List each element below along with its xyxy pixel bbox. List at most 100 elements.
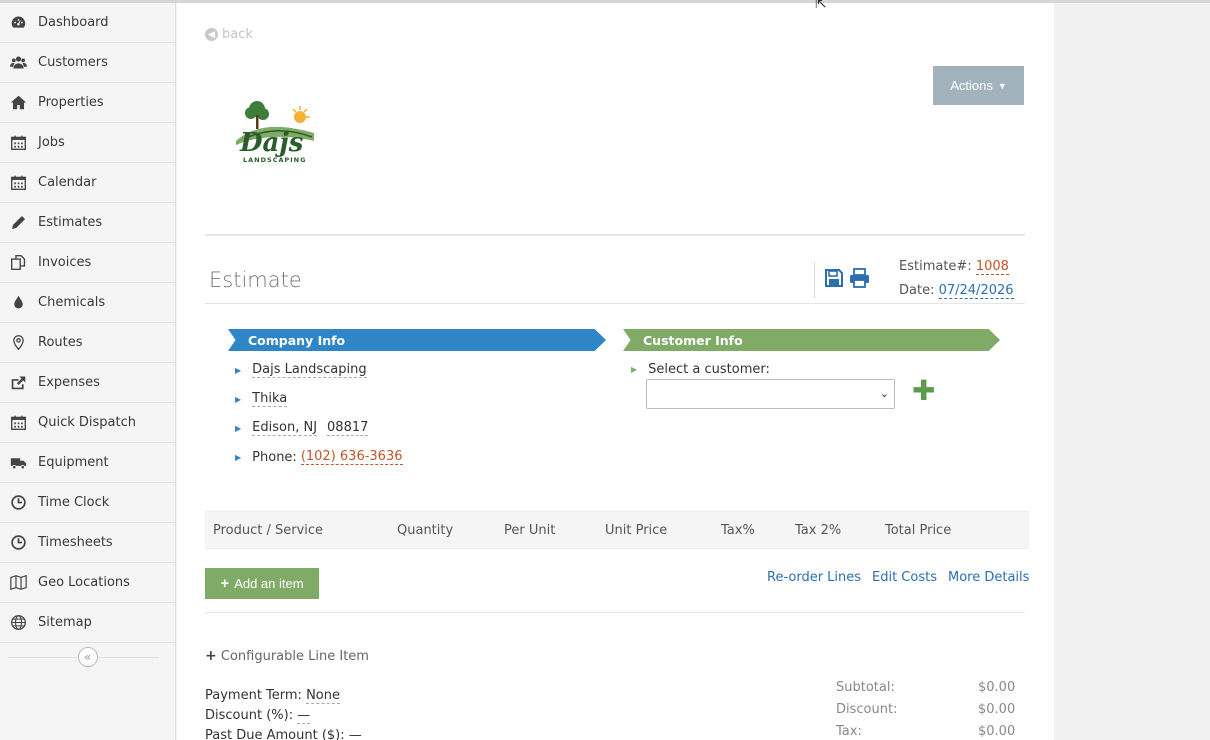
sidebar-item-customers[interactable]: Customers [0, 43, 175, 83]
company-city-state[interactable]: Edison, NJ [252, 420, 318, 436]
back-link[interactable]: ◀ back [205, 27, 253, 42]
sidebar-item-label: Expenses [38, 375, 100, 390]
estimate-date-label: Date: [899, 283, 935, 298]
discount-row: Discount (%): — [205, 708, 311, 724]
caret-down-icon: ▼ [997, 80, 1007, 91]
sidebar-item-label: Calendar [38, 175, 97, 190]
plus-icon: + [220, 575, 230, 592]
sidebar-item-label: Sitemap [38, 615, 92, 630]
sidebar-collapse-row: « [0, 643, 175, 671]
back-label: back [222, 27, 253, 42]
sidebar-item-properties[interactable]: Properties [0, 83, 175, 123]
sidebar-item-label: Routes [38, 335, 83, 350]
logo-subtitle: LANDSCAPING [243, 156, 307, 164]
sidebar-item-estimates[interactable]: Estimates [0, 203, 175, 243]
company-zip[interactable]: 08817 [327, 420, 369, 436]
estimate-date-value[interactable]: 07/24/2026 [938, 283, 1014, 299]
sidebar-item-geo-locations[interactable]: Geo Locations [0, 563, 175, 603]
select-customer-row: ▶ Select a customer: [631, 362, 770, 377]
sidebar-item-dashboard[interactable]: Dashboard [0, 3, 175, 43]
clock-icon [8, 534, 28, 552]
sidebar-item-label: Geo Locations [38, 575, 130, 590]
add-item-button[interactable]: + Add an item [205, 568, 319, 599]
company-address-row: ▶ Thika [235, 391, 288, 407]
company-phone-row: ▶ Phone: (102) 636-3636 [235, 449, 403, 465]
more-details-link[interactable]: More Details [948, 570, 1029, 585]
sidebar-item-quick-dispatch[interactable]: Quick Dispatch [0, 403, 175, 443]
truck-icon [8, 454, 28, 472]
sidebar-item-jobs[interactable]: Jobs [0, 123, 175, 163]
sidebar-item-calendar[interactable]: Calendar [0, 163, 175, 203]
column-header: Quantity [397, 523, 454, 538]
configurable-line-item-label: Configurable Line Item [220, 649, 369, 664]
sidebar-collapse-button[interactable]: « [77, 647, 98, 667]
divider [205, 303, 1025, 304]
divider [205, 234, 1025, 236]
reorder-lines-link[interactable]: Re-order Lines [767, 570, 861, 585]
page-title: Estimate [209, 268, 302, 292]
edit-costs-link[interactable]: Edit Costs [872, 570, 937, 585]
arrow-left-circle-icon: ◀ [205, 28, 218, 41]
caret-right-icon: ▶ [631, 365, 638, 374]
past-due-value[interactable]: — [348, 728, 362, 740]
sidebar-item-label: Timesheets [38, 535, 113, 550]
estimate-number-row: Estimate#: 1008 [899, 259, 1009, 275]
caret-right-icon: ▶ [235, 394, 242, 404]
users-icon [8, 54, 28, 72]
sidebar-item-expenses[interactable]: Expenses [0, 363, 175, 403]
configurable-line-item-link[interactable]: + Configurable Line Item [205, 648, 369, 664]
company-phone[interactable]: (102) 636-3636 [300, 449, 403, 465]
line-items-header: Product / Service Quantity Per Unit Unit… [205, 511, 1029, 549]
sidebar-item-chemicals[interactable]: Chemicals [0, 283, 175, 323]
past-due-label: Past Due Amount ($): [205, 728, 345, 740]
discount-label: Discount (%): [205, 708, 294, 723]
column-header: Product / Service [213, 523, 324, 538]
subtotal-label: Subtotal: [836, 680, 895, 695]
estimate-date-row: Date: 07/24/2026 [899, 283, 1014, 299]
sidebar-item-equipment[interactable]: Equipment [0, 443, 175, 483]
sidebar-item-invoices[interactable]: Invoices [0, 243, 175, 283]
payment-term-row: Payment Term: None [205, 688, 340, 704]
tax-label: Tax: [836, 724, 862, 739]
sidebar-item-time-clock[interactable]: Time Clock [0, 483, 175, 523]
add-customer-button[interactable]: ✚ [912, 377, 935, 405]
home-icon [8, 94, 28, 112]
right-gutter [1054, 3, 1210, 740]
save-icon[interactable] [824, 268, 844, 288]
sidebar-item-label: Properties [38, 95, 104, 110]
sidebar-item-label: Customers [38, 55, 108, 70]
select-customer-label: Select a customer: [648, 362, 770, 377]
pencil-icon [8, 214, 28, 232]
sidebar-item-timesheets[interactable]: Timesheets [0, 523, 175, 563]
sidebar-item-label: Time Clock [38, 495, 110, 510]
main-content: ◀ back Actions ▼ Dajs LANDSCAPING Estima… [177, 3, 1054, 740]
column-header: Total Price [885, 523, 952, 538]
discount-total-label: Discount: [836, 702, 898, 717]
divider [205, 612, 1025, 613]
actions-dropdown-button[interactable]: Actions ▼ [933, 66, 1024, 105]
past-due-row: Past Due Amount ($): — [205, 728, 362, 740]
discount-value[interactable]: — [297, 708, 311, 724]
sidebar-item-label: Dashboard [38, 15, 109, 30]
estimate-number-value[interactable]: 1008 [975, 259, 1009, 275]
sidebar-item-routes[interactable]: Routes [0, 323, 175, 363]
sidebar-item-label: Estimates [38, 215, 103, 230]
share-icon [8, 374, 28, 392]
company-info-ribbon: Company Info [228, 329, 606, 351]
payment-term-value[interactable]: None [306, 688, 340, 704]
actions-label: Actions [950, 78, 993, 93]
company-address[interactable]: Thika [252, 391, 288, 407]
logo-wordmark: Dajs [240, 128, 304, 158]
print-icon[interactable] [849, 268, 870, 288]
customer-select[interactable]: ⌄ [646, 379, 895, 409]
sidebar-item-label: Invoices [38, 255, 92, 270]
discount-total-value: $0.00 [978, 702, 1016, 717]
tax-value: $0.00 [978, 724, 1016, 739]
sidebar-item-sitemap[interactable]: Sitemap [0, 603, 175, 643]
estimate-number-label: Estimate#: [899, 259, 972, 274]
map-marker-icon [8, 334, 28, 352]
company-name[interactable]: Dajs Landscaping [252, 362, 367, 378]
plus-icon: + [205, 648, 217, 664]
phone-label: Phone: [252, 449, 297, 465]
sidebar-item-label: Equipment [38, 455, 109, 470]
